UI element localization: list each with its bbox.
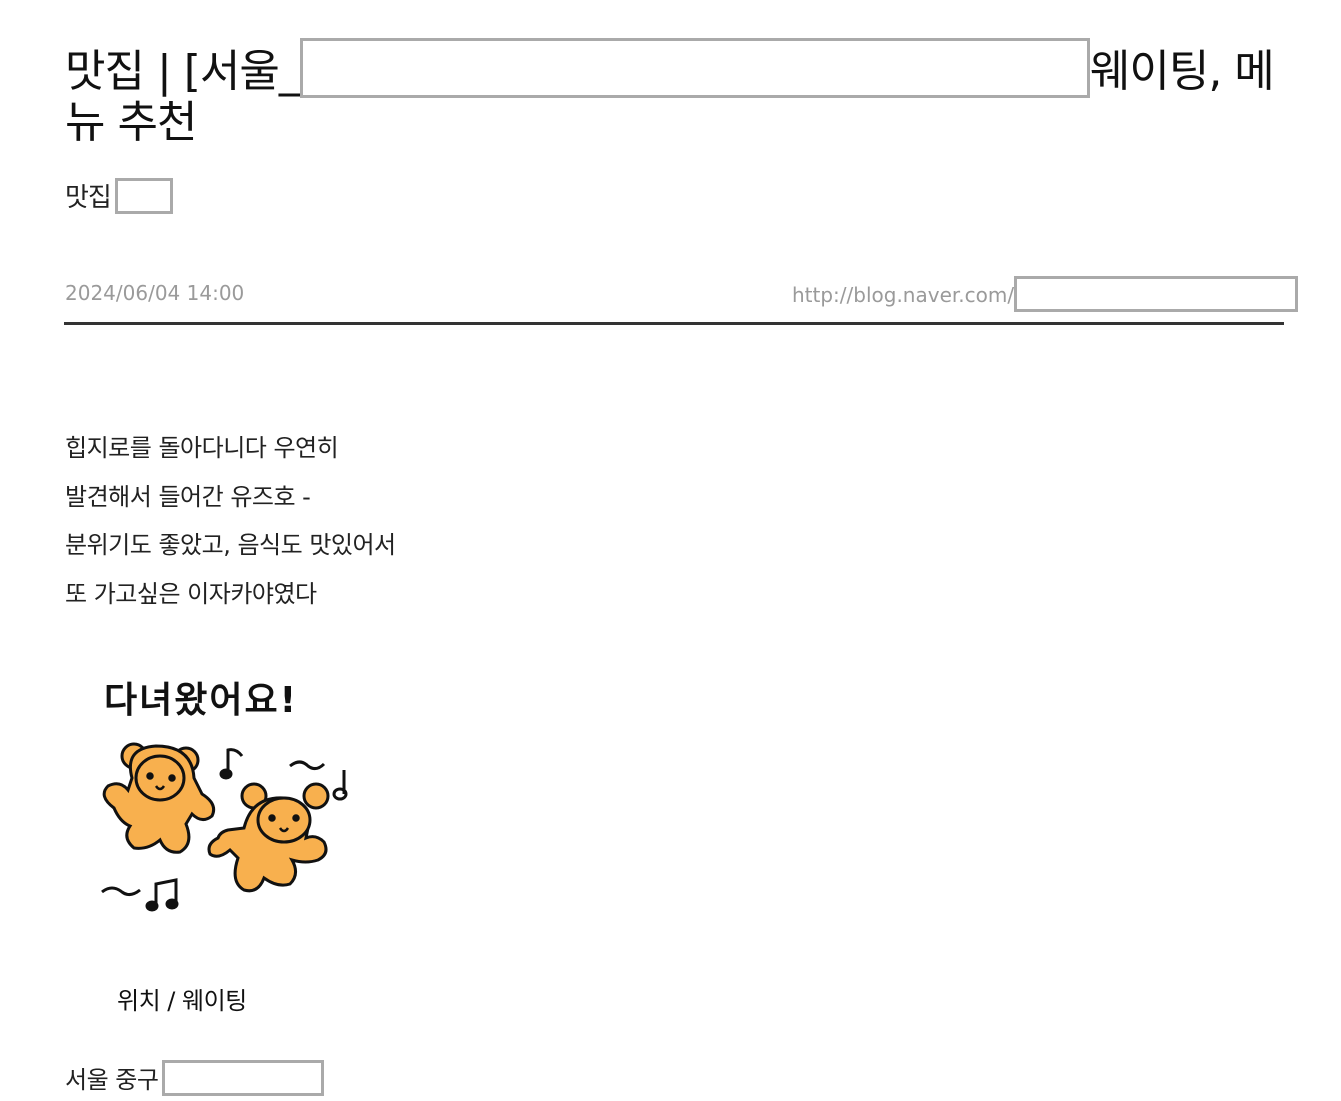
url-redaction-box bbox=[1014, 276, 1299, 312]
body-line: 또 가고싶은 이자카야였다 bbox=[65, 579, 317, 608]
post-body: 힙지로를 돌아다니다 우연히 발견해서 들어간 유즈호 - 분위기도 좋았고, … bbox=[65, 424, 396, 618]
right-bear-icon bbox=[207, 782, 330, 893]
category-label: 맛집 bbox=[65, 183, 112, 213]
category-redaction-box bbox=[114, 178, 173, 214]
address-line: 서울 중구 bbox=[65, 1060, 325, 1098]
post-title: 맛집 | [서울_ 웨이팅, 메뉴 추천 bbox=[65, 38, 1275, 148]
post-date: 2024/06/04 14:00 bbox=[65, 281, 245, 305]
address-prefix: 서울 중구 bbox=[65, 1066, 159, 1094]
section-heading-location: 위치 / 웨이팅 bbox=[117, 987, 247, 1015]
post-url-prefix: http://blog.naver.com/ bbox=[792, 283, 1015, 307]
post-url[interactable]: http://blog.naver.com/ bbox=[792, 276, 1299, 313]
post-title-start: 맛집 | [서울_ bbox=[65, 46, 301, 97]
body-line: 발견해서 들어간 유즈호 - bbox=[65, 482, 311, 511]
body-line: 분위기도 좋았고, 음식도 맛있어서 bbox=[65, 531, 396, 559]
bear-sticker-image: 다녀왔어요! bbox=[101, 680, 348, 912]
title-redaction-box bbox=[299, 38, 1090, 98]
sticker-caption: 다녀왔어요! bbox=[104, 680, 298, 721]
body-line: 힙지로를 돌아다니다 우연히 bbox=[65, 434, 339, 462]
header-divider bbox=[64, 322, 1284, 325]
left-bear-icon bbox=[102, 742, 216, 854]
address-redaction-box bbox=[162, 1060, 325, 1096]
post-category[interactable]: 맛집 bbox=[65, 178, 173, 217]
